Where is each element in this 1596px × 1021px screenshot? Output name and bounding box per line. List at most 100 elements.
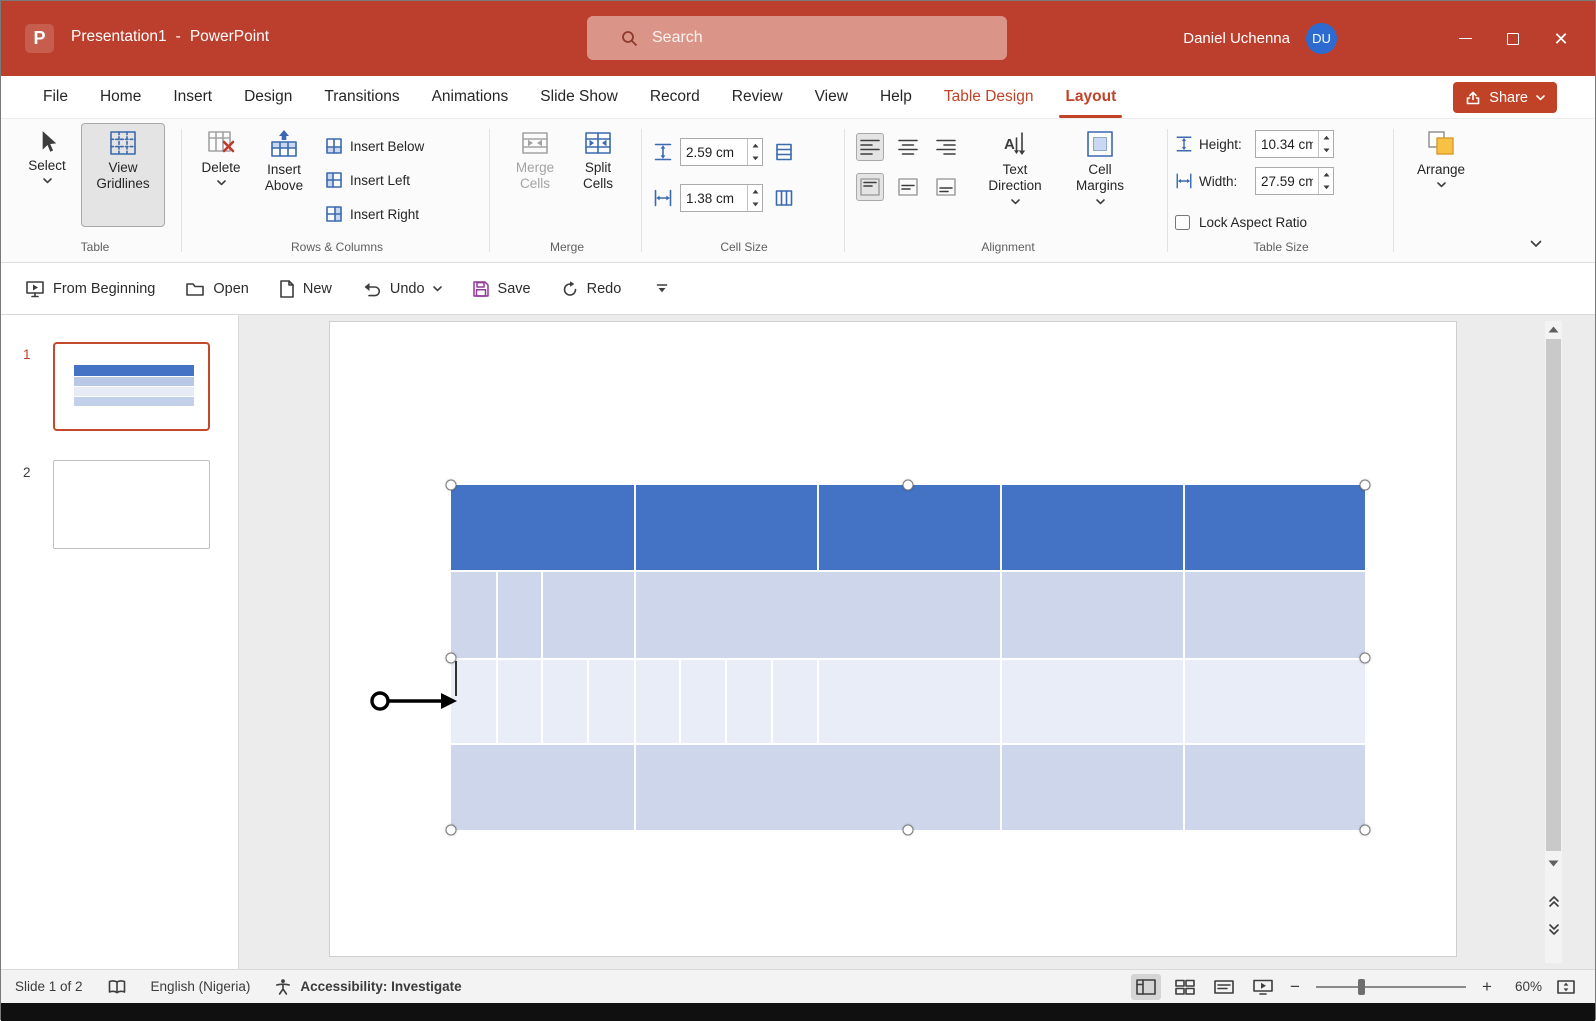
slide-show-view-button[interactable] [1248, 974, 1278, 1000]
tab-view[interactable]: View [799, 76, 864, 118]
next-slide-button[interactable] [1545, 921, 1562, 937]
table-height-decrease-button[interactable] [1319, 144, 1333, 157]
share-icon [1465, 90, 1481, 106]
scroll-down-button[interactable] [1545, 855, 1562, 871]
align-bottom-button[interactable] [932, 173, 960, 201]
table-resize-handle-bottom-left[interactable] [446, 825, 457, 836]
split-cells-button[interactable]: Split Cells [571, 123, 625, 227]
new-button[interactable]: New [279, 279, 332, 299]
tab-slide-show[interactable]: Slide Show [524, 76, 634, 118]
table-width-decrease-button[interactable] [1319, 181, 1333, 194]
tab-design[interactable]: Design [228, 76, 308, 118]
distribute-rows-button[interactable] [770, 138, 798, 166]
slide-sorter-view-button[interactable] [1170, 974, 1200, 1000]
cell-size-group-label: Cell Size [649, 240, 839, 254]
table-resize-handle-middle-right[interactable] [1360, 653, 1371, 664]
table-resize-handle-middle-left[interactable] [446, 653, 457, 664]
redo-button[interactable]: Redo [561, 280, 622, 298]
arrange-button[interactable]: Arrange [1407, 123, 1475, 227]
maximize-button[interactable] [1489, 1, 1537, 76]
table-resize-handle-bottom-right[interactable] [1360, 825, 1371, 836]
undo-button[interactable]: Undo [362, 280, 442, 298]
scrollbar-thumb[interactable] [1546, 339, 1561, 851]
search-box[interactable]: Search [587, 16, 1007, 60]
vertical-scrollbar[interactable] [1545, 321, 1562, 963]
table-height-increase-button[interactable] [1319, 131, 1333, 144]
slide-table[interactable] [451, 485, 1365, 830]
insert-right-button[interactable]: Insert Right [321, 197, 428, 231]
zoom-in-button[interactable]: + [1479, 977, 1495, 997]
collapse-ribbon-button[interactable] [1525, 236, 1547, 252]
scroll-up-button[interactable] [1545, 321, 1562, 337]
align-center-button[interactable] [894, 133, 922, 161]
normal-view-button[interactable] [1131, 974, 1161, 1000]
tab-record[interactable]: Record [634, 76, 716, 118]
table-width-increase-button[interactable] [1319, 168, 1333, 181]
text-direction-button[interactable]: A Text Direction [982, 123, 1048, 227]
slide-1-thumbnail[interactable] [53, 342, 210, 431]
column-width-increase-button[interactable] [748, 185, 762, 198]
insert-below-button[interactable]: Insert Below [321, 129, 428, 163]
slide-canvas[interactable] [329, 321, 1457, 957]
row-height-icon [653, 142, 673, 162]
distribute-columns-button[interactable] [770, 184, 798, 212]
zoom-out-button[interactable]: − [1287, 977, 1303, 997]
insert-above-button[interactable]: Insert Above [255, 123, 313, 227]
tab-table-design[interactable]: Table Design [928, 76, 1050, 118]
merge-cells-button[interactable]: Merge Cells [505, 123, 565, 227]
column-width-input[interactable] [681, 185, 747, 211]
table-width-input[interactable] [1256, 168, 1318, 194]
tab-insert[interactable]: Insert [157, 76, 228, 118]
table-row-3[interactable] [451, 658, 1365, 743]
accessibility-checker[interactable]: Accessibility: Investigate [274, 978, 461, 996]
table-resize-handle-top-left[interactable] [446, 480, 457, 491]
account-avatar[interactable]: DU [1306, 23, 1337, 54]
customize-qat-button[interactable] [655, 283, 669, 295]
zoom-level[interactable]: 60% [1504, 979, 1542, 994]
zoom-slider-thumb[interactable] [1358, 979, 1365, 995]
tab-review[interactable]: Review [716, 76, 799, 118]
fit-slide-to-window-button[interactable] [1551, 974, 1581, 1000]
align-left-button[interactable] [856, 133, 884, 161]
tab-transitions[interactable]: Transitions [308, 76, 415, 118]
table-row-4[interactable] [451, 743, 1365, 830]
select-button[interactable]: Select [19, 123, 75, 227]
slide-2-thumbnail[interactable] [53, 460, 210, 549]
table-row-2[interactable] [451, 570, 1365, 658]
slide-indicator[interactable]: Slide 1 of 2 [15, 979, 83, 994]
zoom-slider[interactable] [1316, 979, 1466, 995]
align-right-button[interactable] [932, 133, 960, 161]
tab-help[interactable]: Help [864, 76, 928, 118]
language-indicator[interactable]: English (Nigeria) [151, 979, 251, 994]
table-resize-handle-top-right[interactable] [1360, 480, 1371, 491]
delete-button[interactable]: Delete [195, 123, 247, 227]
account-user-name[interactable]: Daniel Uchenna [1183, 30, 1290, 47]
row-height-increase-button[interactable] [748, 139, 762, 152]
row-height-input[interactable] [681, 139, 747, 165]
insert-left-button[interactable]: Insert Left [321, 163, 428, 197]
table-header-row[interactable] [451, 485, 1365, 570]
row-height-decrease-button[interactable] [748, 152, 762, 165]
view-gridlines-button[interactable]: View Gridlines [81, 123, 165, 227]
table-resize-handle-top-center[interactable] [903, 480, 914, 491]
open-button[interactable]: Open [185, 280, 248, 298]
minimize-button[interactable] [1441, 1, 1489, 76]
share-button[interactable]: Share [1453, 82, 1557, 113]
tab-file[interactable]: File [27, 76, 84, 118]
reading-view-button[interactable] [1209, 974, 1239, 1000]
tab-home[interactable]: Home [84, 76, 157, 118]
column-width-decrease-button[interactable] [748, 198, 762, 211]
close-button[interactable]: ✕ [1537, 1, 1585, 76]
lock-aspect-ratio-checkbox[interactable] [1175, 215, 1190, 230]
table-resize-handle-bottom-center[interactable] [903, 825, 914, 836]
tab-animations[interactable]: Animations [416, 76, 525, 118]
previous-slide-button[interactable] [1545, 893, 1562, 909]
tab-layout[interactable]: Layout [1049, 76, 1132, 118]
align-top-button[interactable] [856, 173, 884, 201]
cell-margins-button[interactable]: Cell Margins [1068, 123, 1132, 227]
save-button[interactable]: Save [472, 280, 531, 298]
table-height-input[interactable] [1256, 131, 1318, 157]
from-beginning-button[interactable]: From Beginning [25, 279, 155, 299]
align-middle-button[interactable] [894, 173, 922, 201]
spell-check-button[interactable] [107, 979, 127, 995]
